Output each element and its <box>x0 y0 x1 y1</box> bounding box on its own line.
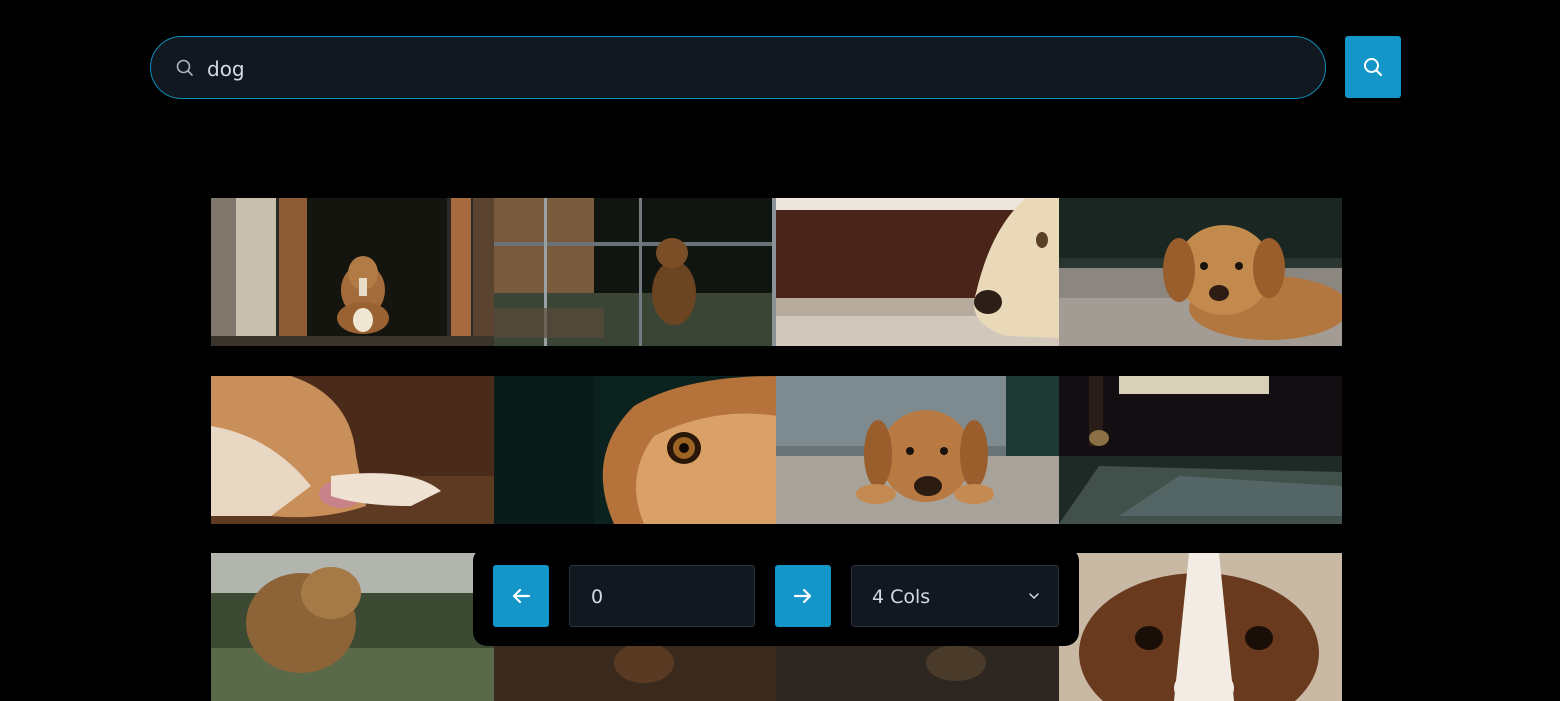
columns-select-value: 4 Cols <box>872 586 931 608</box>
arrow-right-icon <box>793 588 812 604</box>
gallery-image-dog-in-doorway[interactable] <box>211 198 494 346</box>
search-icon <box>176 59 193 76</box>
columns-select[interactable]: 4 Cols <box>851 565 1059 627</box>
pagination-bar: 0 4 Cols <box>473 547 1079 646</box>
gallery-image-puppy-lying-on-floor[interactable] <box>776 376 1059 524</box>
gallery-image-dog-behind-fence[interactable] <box>494 198 777 346</box>
arrow-left-icon <box>512 588 531 604</box>
search-icon <box>1364 58 1383 77</box>
gallery-image-dog-eye-closeup[interactable] <box>494 376 777 524</box>
gallery-image-dog-outdoors[interactable] <box>211 553 494 701</box>
gallery-image-dark-room-floor[interactable] <box>1059 376 1342 524</box>
next-page-button[interactable] <box>775 565 831 627</box>
search-query: dog <box>207 57 245 81</box>
search-button[interactable] <box>1345 36 1401 98</box>
page-number-input[interactable]: 0 <box>569 565 755 627</box>
gallery-image-white-dog-nose-closeup[interactable] <box>776 198 1059 346</box>
search-input[interactable]: dog <box>150 36 1326 99</box>
gallery-image-dog-lying-sideways[interactable] <box>211 376 494 524</box>
chevron-down-icon <box>1029 593 1039 599</box>
gallery-image-puppy-face-closeup[interactable] <box>1059 553 1342 701</box>
gallery-image-puppy-lying-on-carpet[interactable] <box>1059 198 1342 346</box>
page-number-value: 0 <box>591 586 604 608</box>
prev-page-button[interactable] <box>493 565 549 627</box>
